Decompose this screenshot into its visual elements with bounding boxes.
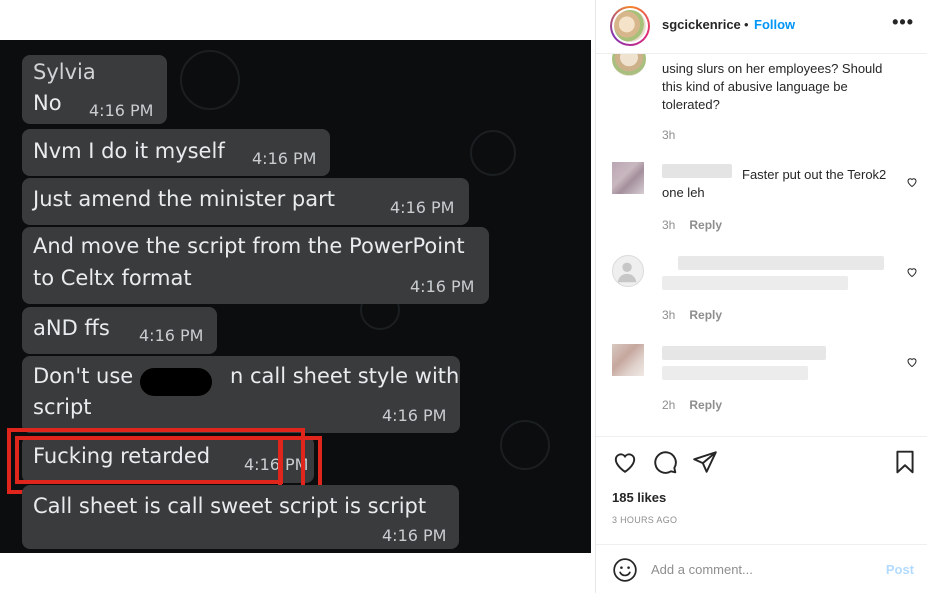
comment-text: Faster put out the Terok2 one leh <box>662 167 887 200</box>
chat-bubble: And move the script from the PowerPoint … <box>22 227 489 304</box>
chat-bubble: Just amend the minister part 4:16 PM <box>22 178 469 225</box>
person-silhouette-icon <box>617 262 637 283</box>
post-timestamp[interactable]: 3 HOURS AGO <box>612 515 677 525</box>
chat-bubble: Call sheet is call sweet script is scrip… <box>22 485 459 549</box>
chat-message: Just amend the minister part <box>33 187 335 211</box>
post-image: Sylvia No 4:16 PM Nvm I do it myself 4:1… <box>0 40 591 553</box>
chat-timestamp: 4:16 PM <box>382 406 447 425</box>
wallpaper-doodle <box>180 50 240 110</box>
chat-timestamp: 4:16 PM <box>139 326 204 345</box>
chat-timestamp: 4:16 PM <box>410 277 475 296</box>
add-comment-bar: Post <box>596 544 927 593</box>
instagram-post-view: Sylvia No 4:16 PM Nvm I do it myself 4:1… <box>0 0 927 593</box>
heart-icon[interactable] <box>612 449 638 475</box>
username-link[interactable]: sgcickenrice <box>662 17 741 32</box>
comment-meta: 3h Reply <box>662 308 722 322</box>
reply-button[interactable]: Reply <box>689 308 722 322</box>
post-header: sgcickenrice • Follow ••• <box>596 0 927 54</box>
chat-message: Call sheet is call sweet script is scrip… <box>33 494 427 518</box>
post-actions: 185 likes 3 HOURS AGO <box>596 436 927 544</box>
comment-meta: 3h Reply <box>662 218 722 232</box>
comment-meta: 2h Reply <box>662 398 722 412</box>
reply-button[interactable]: Reply <box>689 398 722 412</box>
post-comment-button[interactable]: Post <box>886 562 914 577</box>
chat-message-line: n call sheet style with <box>230 364 460 388</box>
comments-section[interactable]: using slurs on her employees? Should thi… <box>596 54 927 436</box>
chat-message: Nvm I do it myself <box>33 139 225 163</box>
chat-bubble: aND ffs 4:16 PM <box>22 307 217 354</box>
blurred-comment <box>662 276 848 290</box>
chat-bubble: Nvm I do it myself 4:16 PM <box>22 129 330 176</box>
chat-message-line: script <box>33 395 92 419</box>
redaction-mark <box>140 368 212 396</box>
chat-message: No <box>33 91 62 115</box>
caption-text: using slurs on her employees? Should thi… <box>662 61 883 112</box>
chat-bubble: Don't use n call sheet style with script… <box>22 356 460 433</box>
chat-timestamp: 4:16 PM <box>252 149 317 168</box>
wallpaper-doodle <box>470 130 516 176</box>
blurred-username <box>678 256 884 270</box>
comment-like-icon[interactable] <box>906 176 918 188</box>
more-options-icon[interactable]: ••• <box>892 12 914 33</box>
likes-count[interactable]: 185 likes <box>612 490 666 505</box>
smiley-icon[interactable] <box>612 557 638 583</box>
comment-time: 3h <box>662 128 676 142</box>
profile-avatar[interactable] <box>610 6 650 46</box>
comment-like-icon[interactable] <box>906 356 918 368</box>
comment-meta: 3h <box>662 128 675 142</box>
red-highlight-box <box>15 436 283 484</box>
chat-message-line: to Celtx format <box>33 266 192 290</box>
commenter-avatar[interactable] <box>612 344 644 376</box>
default-avatar-icon[interactable] <box>612 255 644 287</box>
chat-message-line: And move the script from the PowerPoint <box>33 234 465 258</box>
follow-button[interactable]: Follow <box>754 17 795 32</box>
chat-bubble: Sylvia No 4:16 PM <box>22 55 167 124</box>
commenter-avatar[interactable] <box>612 162 644 194</box>
send-icon[interactable] <box>692 449 718 475</box>
reply-button[interactable]: Reply <box>689 218 722 232</box>
chat-timestamp: 4:16 PM <box>89 101 154 120</box>
blurred-username <box>662 346 826 360</box>
chat-timestamp: 4:16 PM <box>390 198 455 217</box>
comment-time: 3h <box>662 308 676 322</box>
red-highlight-box <box>278 436 322 490</box>
post-sidebar: sgcickenrice • Follow ••• using slurs on… <box>595 0 927 593</box>
separator-dot: • <box>744 17 749 32</box>
wallpaper-doodle <box>500 420 550 470</box>
chat-sender: Sylvia <box>33 60 96 84</box>
bookmark-icon[interactable] <box>892 449 918 475</box>
comment-like-icon[interactable] <box>906 266 918 278</box>
comment-time: 3h <box>662 218 676 232</box>
blurred-comment <box>662 366 808 380</box>
chat-message: aND ffs <box>33 316 110 340</box>
chat-timestamp: 4:16 PM <box>382 526 447 545</box>
comment-icon[interactable] <box>652 449 678 475</box>
comment-time: 2h <box>662 398 676 412</box>
comment-input[interactable] <box>651 559 871 579</box>
avatar-image <box>614 10 646 42</box>
avatar-border <box>612 8 648 44</box>
caption-avatar[interactable] <box>612 54 646 76</box>
chat-message-line: Don't use <box>33 364 134 388</box>
